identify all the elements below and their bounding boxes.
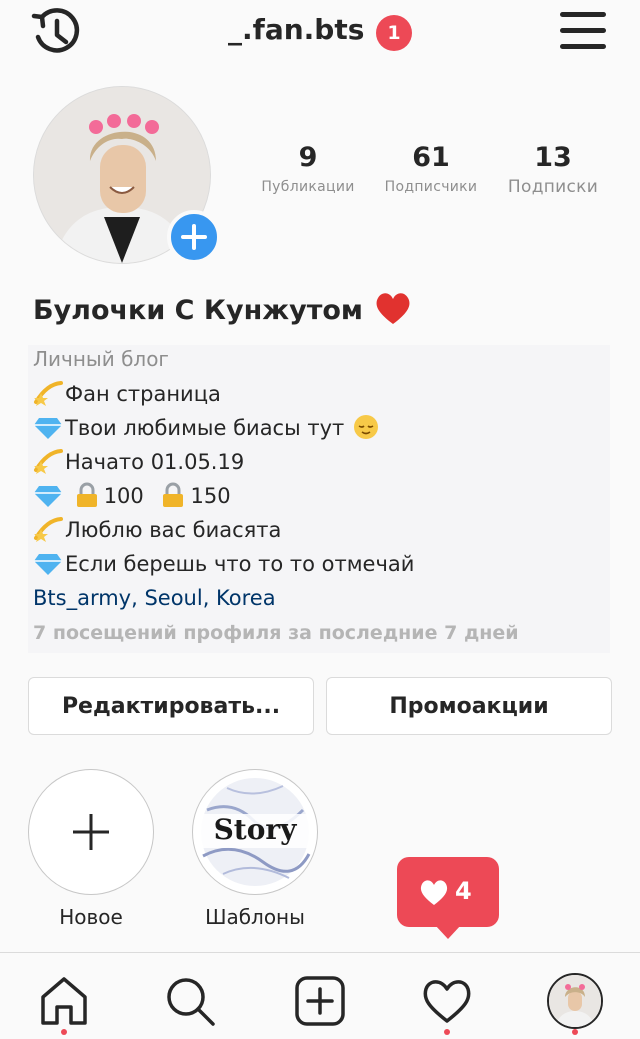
red-heart-icon: [376, 293, 410, 324]
bio-line: Люблю вас биасята: [33, 516, 281, 542]
notification-badge: 1: [376, 15, 412, 51]
highlight-cover-text: Story: [213, 813, 297, 846]
stat-followers-label: Подписчики: [384, 179, 478, 195]
add-story-button[interactable]: [167, 210, 221, 264]
highlight-new-label: Новое: [59, 905, 123, 929]
highlight-templates-circle[interactable]: Story: [192, 769, 318, 895]
history-icon[interactable]: [30, 7, 82, 59]
bottom-tab-bar: [0, 952, 640, 1039]
gem-icon: [34, 418, 62, 439]
avatar-thumbnail: [549, 975, 601, 1027]
gem-icon: [34, 554, 62, 575]
activity-likes-popup[interactable]: 4: [397, 857, 499, 939]
lock-icon: [163, 482, 184, 507]
stat-following[interactable]: 13 Подписки: [498, 142, 608, 197]
profile-visits-insight[interactable]: 7 посещений профиля за последние 7 дней: [33, 622, 519, 644]
popup-pointer: [435, 925, 461, 939]
edit-profile-button[interactable]: Редактировать...: [28, 677, 314, 735]
stat-followers[interactable]: 61 Подписчики: [376, 142, 486, 195]
gem-icon: [34, 486, 62, 507]
stat-posts[interactable]: 9 Публикации: [254, 142, 362, 195]
bio-line-text: Начато 01.05.19: [65, 450, 245, 474]
bio-line: Твои любимые биасы тут: [33, 414, 383, 440]
plus-icon: [73, 814, 109, 850]
bio-line-text: Если берешь что то то отмечай: [65, 552, 415, 576]
search-icon[interactable]: [164, 975, 216, 1027]
stat-followers-value: 61: [412, 142, 450, 173]
highlight-templates[interactable]: Story Шаблоны: [192, 769, 318, 929]
heart-icon: [420, 880, 448, 905]
bio-line: Если берешь что то то отмечай: [33, 550, 414, 576]
relieved-face-icon: [353, 415, 378, 439]
bio-line-text: 100: [103, 484, 144, 508]
stat-following-label: Подписки: [507, 177, 599, 197]
stat-posts-label: Публикации: [261, 179, 355, 195]
home-notification-dot: [61, 1029, 67, 1035]
dizzy-star-icon: [34, 449, 63, 474]
dizzy-star-icon: [34, 517, 63, 542]
top-bar: _.fan.bts 1: [0, 0, 640, 70]
bio-line-text: Твои любимые биасы тут: [65, 416, 345, 440]
bio-line: Начато 01.05.19: [33, 448, 244, 474]
activity-notification-dot: [444, 1029, 450, 1035]
bio-line: Фан страница: [33, 380, 221, 406]
profile-tab-avatar[interactable]: [547, 973, 603, 1029]
highlight-templates-label: Шаблоны: [205, 905, 305, 929]
add-post-icon[interactable]: [294, 975, 346, 1027]
hamburger-menu-icon[interactable]: [560, 10, 606, 50]
profile-notification-dot: [572, 1029, 578, 1035]
promotions-button[interactable]: Промоакции: [326, 677, 612, 735]
stat-posts-value: 9: [298, 142, 318, 173]
profile-avatar[interactable]: [33, 86, 221, 264]
lock-icon: [76, 482, 97, 507]
highlight-new-circle[interactable]: [28, 769, 154, 895]
profile-full-name: Булочки С Кунжутом: [33, 291, 412, 326]
home-icon[interactable]: [38, 975, 90, 1027]
bio-line-text-2: 150: [190, 484, 231, 508]
highlight-new[interactable]: Новое: [28, 769, 154, 929]
likes-count: 4: [455, 877, 472, 905]
bio-line-text: Фан страница: [65, 382, 221, 406]
bio-line-text: Люблю вас биасята: [65, 518, 282, 542]
heart-icon[interactable]: [421, 975, 473, 1027]
stat-following-value: 13: [534, 142, 572, 173]
plus-icon: [181, 224, 207, 250]
profile-location-link[interactable]: Bts_army, Seoul, Korea: [33, 586, 276, 610]
dizzy-star-icon: [34, 381, 63, 406]
bio-line: 100 150: [33, 482, 231, 508]
profile-category: Личный блог: [33, 347, 169, 371]
full-name-text: Булочки С Кунжутом: [33, 295, 363, 326]
profile-username[interactable]: _.fan.bts: [228, 13, 364, 46]
